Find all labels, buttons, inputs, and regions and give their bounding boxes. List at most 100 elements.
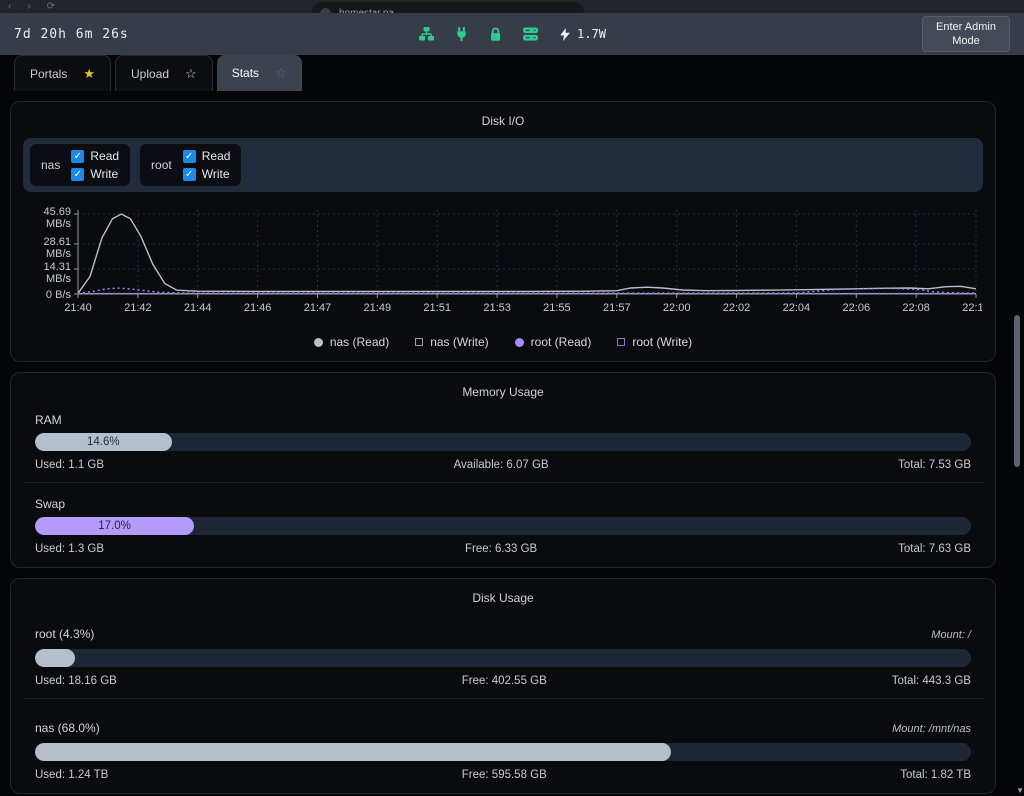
checkbox-checked-icon[interactable]: ✓ <box>183 168 196 181</box>
device-label: root <box>151 158 172 172</box>
checkbox-checked-icon[interactable]: ✓ <box>71 150 84 163</box>
percent-label: 17.0% <box>98 520 131 532</box>
checkbox-checked-icon[interactable]: ✓ <box>183 150 196 163</box>
tab-label: Portals <box>30 67 67 81</box>
chart-legend: nas (Read) nas (Write) root (Read) root (Wr… <box>23 327 983 349</box>
svg-text:21:53: 21:53 <box>483 302 511 314</box>
used-value: Used: 1.24 TB <box>35 769 108 781</box>
percent-label: 14.6% <box>87 436 120 448</box>
legend-square-icon <box>415 338 423 346</box>
svg-text:21:57: 21:57 <box>603 302 631 314</box>
svg-text:28.61: 28.61 <box>43 236 71 248</box>
checkbox-label: Read <box>202 149 231 163</box>
scrollbar-thumb[interactable] <box>1014 315 1020 467</box>
lock-icon <box>488 26 503 42</box>
uptime-label: 7d 20h 6m 26s <box>14 27 129 42</box>
disk-io-panel: Disk I/O nas ✓ Read ✓ Write root <box>10 101 996 362</box>
disk-io-filter-strip: nas ✓ Read ✓ Write root ✓ <box>23 138 983 192</box>
checkbox-checked-icon[interactable]: ✓ <box>71 168 84 181</box>
svg-text:0 B/s: 0 B/s <box>46 289 72 301</box>
filter-card-root: root ✓ Read ✓ Write <box>140 144 241 186</box>
network-icon <box>418 26 435 42</box>
free-value: Free: 595.58 GB <box>462 769 547 781</box>
server-stack-icon <box>522 26 539 42</box>
mount-point: Mount: / <box>931 629 971 641</box>
browser-chrome: ‹ › ⟳ homestar.pa <box>0 0 1024 13</box>
tab-upload[interactable]: Upload ☆ <box>115 55 213 91</box>
tab-stats[interactable]: Stats ☆ <box>217 55 302 91</box>
nas-read-checkbox-row[interactable]: ✓ Read <box>71 149 119 163</box>
nas-disk-bar-fill <box>35 743 671 761</box>
svg-text:MB/s: MB/s <box>46 248 72 260</box>
legend-item[interactable]: root (Read) <box>515 335 592 349</box>
scroll-down-icon[interactable]: ▼ <box>1016 786 1024 795</box>
legend-item[interactable]: root (Write) <box>617 335 692 349</box>
power-value: 1.7W <box>577 27 606 41</box>
legend-dot-icon <box>515 338 524 347</box>
memory-usage-panel: Memory Usage RAM 14.6% Used: 1.1 GB Avai… <box>10 372 996 568</box>
nas-disk-bar <box>35 743 971 761</box>
used-value: Used: 18.16 GB <box>35 675 117 687</box>
svg-text:21:49: 21:49 <box>364 302 392 314</box>
legend-label: nas (Write) <box>430 335 488 349</box>
legend-item[interactable]: nas (Read) <box>314 335 389 349</box>
svg-text:21:46: 21:46 <box>244 302 272 314</box>
device-label: nas <box>41 158 60 172</box>
svg-text:21:44: 21:44 <box>184 302 212 314</box>
svg-text:45.69: 45.69 <box>43 206 71 218</box>
forward-icon[interactable]: › <box>27 1 30 12</box>
disk-usage-panel: Disk Usage root (4.3%) Mount: / Used: 18… <box>10 578 996 794</box>
back-icon[interactable]: ‹ <box>8 1 11 12</box>
status-icons: 1.7W <box>418 26 606 42</box>
root-read-checkbox-row[interactable]: ✓ Read <box>183 149 231 163</box>
svg-text:21:51: 21:51 <box>423 302 451 314</box>
available-value: Available: 6.07 GB <box>454 459 549 471</box>
legend-dot-icon <box>314 338 323 347</box>
svg-text:22:06: 22:06 <box>843 302 871 314</box>
legend-label: root (Read) <box>531 335 592 349</box>
svg-text:22:04: 22:04 <box>783 302 811 314</box>
svg-text:21:40: 21:40 <box>64 302 92 314</box>
status-bar: 7d 20h 6m 26s 1.7W Enter Admin Mode <box>0 13 1024 55</box>
plug-icon <box>454 26 469 42</box>
url-bar[interactable]: homestar.pa <box>312 2 584 13</box>
main-content: Disk I/O nas ✓ Read ✓ Write root <box>0 91 1024 796</box>
disk-io-chart: 21:4021:4221:4421:4621:4721:4921:5121:53… <box>23 202 983 327</box>
total-value: Total: 1.82 TB <box>900 769 971 781</box>
svg-text:MB/s: MB/s <box>46 273 72 285</box>
filter-card-nas: nas ✓ Read ✓ Write <box>30 144 130 186</box>
star-outline-icon[interactable]: ☆ <box>185 66 197 82</box>
bolt-icon <box>558 27 572 42</box>
reload-icon[interactable]: ⟳ <box>47 1 55 12</box>
tab-label: Stats <box>232 66 259 80</box>
legend-item[interactable]: nas (Write) <box>415 335 488 349</box>
svg-text:22:02: 22:02 <box>723 302 751 314</box>
ram-row: RAM 14.6% Used: 1.1 GB Available: 6.07 G… <box>23 409 983 483</box>
root-disk-bar <box>35 649 971 667</box>
bar-label: RAM <box>35 413 971 427</box>
disk-nas-row: nas (68.0%) Mount: /mnt/nas Used: 1.24 T… <box>23 709 983 781</box>
bar-label: Swap <box>35 497 971 511</box>
tab-bar: Portals ★ Upload ☆ Stats ☆ <box>0 55 1024 91</box>
enter-admin-mode-button[interactable]: Enter Admin Mode <box>922 16 1010 53</box>
star-filled-icon[interactable]: ★ <box>83 66 95 82</box>
scrollbar[interactable] <box>1013 98 1021 796</box>
svg-text:21:42: 21:42 <box>124 302 152 314</box>
legend-label: nas (Read) <box>330 335 389 349</box>
svg-text:22:10: 22:10 <box>962 302 982 314</box>
legend-label: root (Write) <box>632 335 692 349</box>
mount-point: Mount: /mnt/nas <box>892 723 971 735</box>
panel-title: Disk I/O <box>23 112 983 138</box>
checkbox-label: Write <box>90 167 118 181</box>
nas-write-checkbox-row[interactable]: ✓ Write <box>71 167 119 181</box>
svg-text:21:55: 21:55 <box>543 302 571 314</box>
tab-portals[interactable]: Portals ★ <box>14 55 111 91</box>
total-value: Total: 7.53 GB <box>898 459 971 471</box>
star-outline-icon[interactable]: ☆ <box>275 65 287 81</box>
ram-bar-fill: 14.6% <box>35 433 172 451</box>
disk-root-row: root (4.3%) Mount: / Used: 18.16 GB Free… <box>23 615 983 699</box>
bar-label: nas (68.0%) <box>35 721 100 735</box>
root-write-checkbox-row[interactable]: ✓ Write <box>183 167 231 181</box>
used-value: Used: 1.3 GB <box>35 543 104 555</box>
total-value: Total: 443.3 GB <box>892 675 971 687</box>
